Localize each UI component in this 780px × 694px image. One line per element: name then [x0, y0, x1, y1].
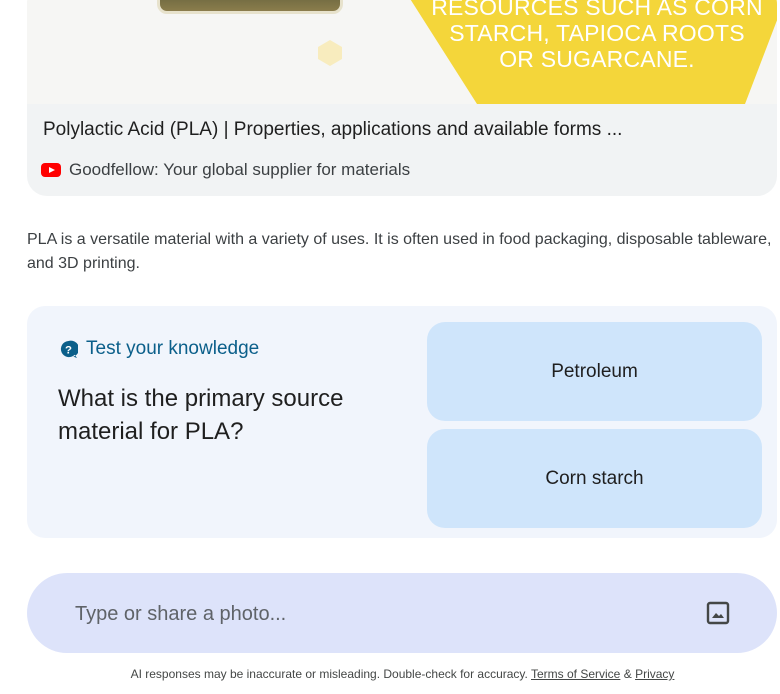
video-source-label: Goodfellow: Your global supplier for mat… — [69, 160, 411, 179]
page: RESOURCES SUCH AS CORN STARCH, TAPIOCA R… — [0, 0, 780, 694]
footer-separator: & — [623, 667, 632, 681]
disclaimer-text: AI responses may be inaccurate or mislea… — [130, 667, 528, 681]
video-source[interactable]: Goodfellow: Your global supplier for mat… — [41, 160, 410, 180]
thumbnail-banner-text: RESOURCES SUCH AS CORN STARCH, TAPIOCA R… — [431, 0, 763, 72]
chat-input[interactable] — [73, 597, 677, 631]
video-title[interactable]: Polylactic Acid (PLA) | Properties, appl… — [43, 119, 622, 141]
quiz-card: ? Test your knowledge What is the primar… — [27, 306, 777, 538]
video-thumbnail[interactable]: RESOURCES SUCH AS CORN STARCH, TAPIOCA R… — [27, 0, 777, 104]
answer-description: PLA is a versatile material with a varie… — [27, 231, 772, 272]
svg-text:?: ? — [65, 344, 72, 356]
privacy-link[interactable]: Privacy — [635, 667, 674, 681]
youtube-icon — [41, 163, 61, 177]
footer-disclaimer: AI responses may be inaccurate or mislea… — [0, 667, 780, 681]
image-upload-icon[interactable] — [704, 599, 732, 627]
quiz-header: ? Test your knowledge — [59, 338, 259, 360]
hexagon-decoration-icon — [318, 40, 342, 66]
video-result-card[interactable]: RESOURCES SUCH AS CORN STARCH, TAPIOCA R… — [27, 0, 777, 196]
answer-option-petroleum[interactable]: Petroleum — [427, 322, 762, 421]
chat-input-bar — [27, 573, 777, 653]
quiz-question: What is the primary source material for … — [58, 385, 344, 445]
quiz-header-label: Test your knowledge — [86, 338, 260, 359]
thumbnail-photo — [157, 0, 343, 14]
terms-of-service-link[interactable]: Terms of Service — [531, 667, 620, 681]
answer-option-corn-starch[interactable]: Corn starch — [427, 429, 762, 528]
question-bubble-icon: ? — [60, 340, 78, 358]
